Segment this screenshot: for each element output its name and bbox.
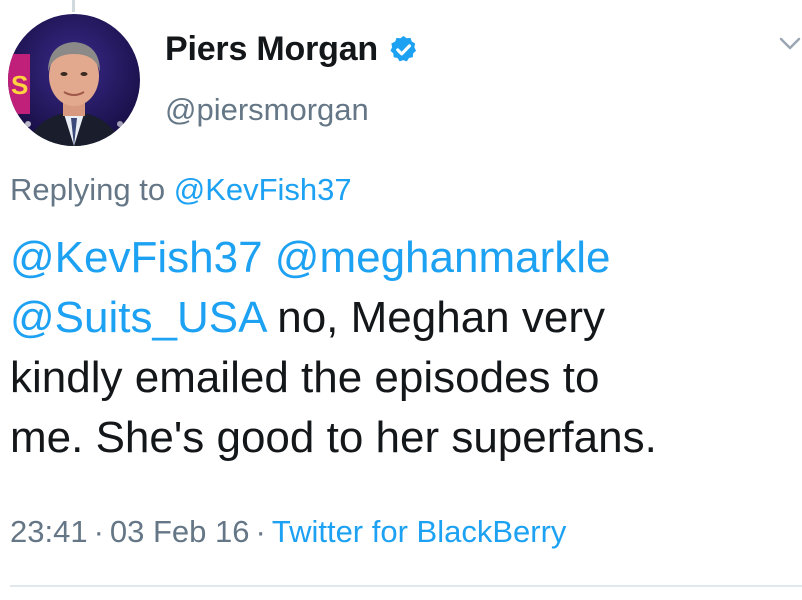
meta-separator: · [93,514,104,549]
verified-badge-icon [388,34,419,65]
tweet-card: S Piers Morgan @piersmorgan Replying to … [0,0,802,600]
mention-link-kevfish37[interactable]: @KevFish37 [10,233,263,282]
tweet-divider [10,585,802,587]
tweet-line-2: @Suits_USA no, Meghan very [10,288,795,348]
tweet-text: @KevFish37 @meghanmarkle @Suits_USA no, … [10,228,795,468]
tweet-line-1: @KevFish37 @meghanmarkle [10,228,795,288]
mention-link-suits-usa[interactable]: @Suits_USA [10,293,265,342]
replying-to-label: Replying to [10,172,166,207]
svg-text:S: S [11,70,28,100]
replying-to-mention-link[interactable]: @KevFish37 [174,172,352,207]
author-handle[interactable]: @piersmorgan [165,92,369,128]
tweet-meta: 23:41 · 03 Feb 16 · Twitter for BlackBerry [10,514,566,550]
tweet-source-link[interactable]: Twitter for BlackBerry [272,514,567,549]
avatar-photo-icon: S [8,14,140,146]
tweet-line-3: kindly emailed the episodes to [10,353,600,402]
author-display-name[interactable]: Piers Morgan [165,30,378,69]
tweet-text-fragment: no, Meghan very [277,293,605,342]
thread-connector-line [72,0,75,12]
author-name-row: Piers Morgan [165,30,419,69]
replying-to-line: Replying to @KevFish37 [10,172,352,208]
tweet-time[interactable]: 23:41 [10,514,88,549]
tweet-line-4: me. She's good to her superfans. [10,413,657,462]
mention-link-meghanmarkle[interactable]: @meghanmarkle [275,233,611,282]
meta-separator: · [255,514,266,549]
author-avatar[interactable]: S [8,14,140,146]
chevron-down-icon[interactable] [778,36,802,52]
tweet-date[interactable]: 03 Feb 16 [110,514,250,549]
